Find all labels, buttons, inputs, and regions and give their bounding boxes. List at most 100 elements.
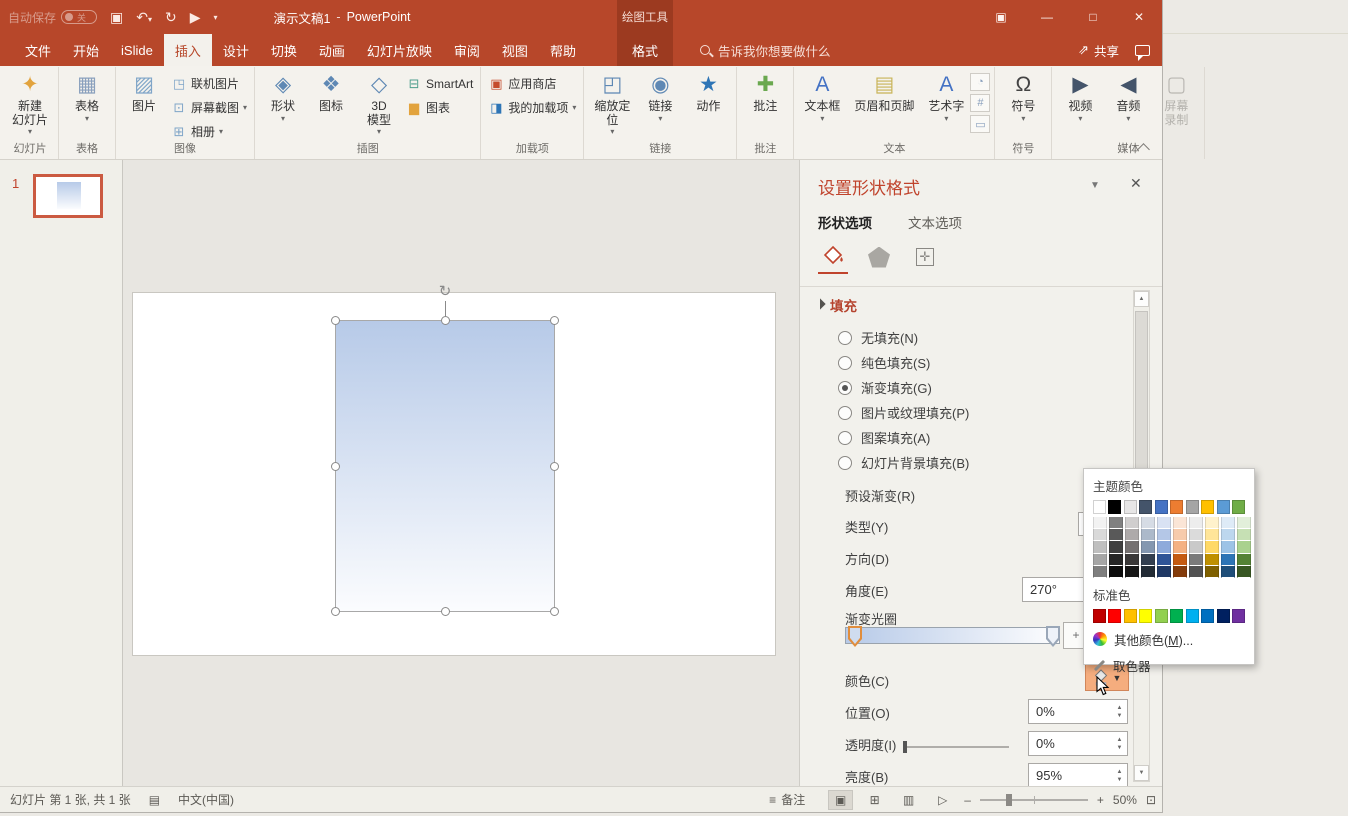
theme-variant-swatch[interactable] [1237, 554, 1251, 566]
customize-qat-icon[interactable]: ▾ [214, 13, 218, 22]
autosave-switch-icon[interactable]: 关 [61, 10, 97, 24]
transparency-slider-thumb[interactable] [903, 741, 907, 753]
resize-handle-nw[interactable] [331, 316, 340, 325]
theme-variant-swatch[interactable] [1125, 554, 1139, 566]
standard-color-swatch[interactable] [1201, 609, 1214, 623]
theme-variant-swatch[interactable] [1125, 566, 1139, 578]
theme-color-swatch[interactable] [1139, 500, 1152, 514]
ribbon-button-slide-number[interactable]: # [970, 94, 990, 112]
standard-color-swatch[interactable] [1124, 609, 1137, 623]
dropdown-caret-icon[interactable]: ▾ [219, 127, 223, 136]
ribbon-button-联机图片[interactable]: ◳联机图片 [168, 73, 250, 94]
theme-color-swatch[interactable] [1124, 500, 1137, 514]
theme-variant-swatch[interactable] [1125, 529, 1139, 541]
theme-variant-swatch[interactable] [1109, 529, 1123, 541]
fill-option-渐变填充(G)[interactable]: 渐变填充(G) [838, 378, 932, 397]
theme-variant-swatch[interactable] [1141, 541, 1155, 553]
theme-variant-swatch[interactable] [1237, 529, 1251, 541]
theme-color-swatch[interactable] [1108, 500, 1121, 514]
theme-color-swatch[interactable] [1232, 500, 1245, 514]
tab-设计[interactable]: 设计 [212, 34, 260, 66]
scroll-down-icon[interactable]: ▼ [1134, 765, 1149, 781]
undo-caret-icon[interactable]: ▾ [148, 15, 152, 24]
dropdown-caret-icon[interactable]: ▾ [610, 128, 614, 136]
theme-variant-swatch[interactable] [1173, 541, 1187, 553]
radio-icon[interactable] [838, 456, 852, 470]
theme-variant-swatch[interactable] [1221, 566, 1235, 578]
ribbon-button-动作[interactable]: ★动作 [684, 69, 732, 142]
dropdown-caret-icon[interactable]: ▾ [377, 128, 381, 136]
ribbon-button-视频[interactable]: ▶视频▾ [1056, 69, 1104, 142]
ribbon-button-object[interactable]: ▭ [970, 115, 990, 133]
theme-variant-swatch[interactable] [1157, 529, 1171, 541]
dropdown-caret-icon[interactable]: ▾ [281, 115, 285, 123]
theme-variant-swatch[interactable] [1173, 566, 1187, 578]
ribbon-button-新建幻灯片[interactable]: ✦新建 幻灯片▾ [6, 69, 54, 142]
zoom-level[interactable]: 50% [1113, 793, 1137, 807]
dropdown-caret-icon[interactable]: ▾ [85, 115, 89, 123]
zoom-out-icon[interactable]: – [964, 793, 971, 807]
redo-icon[interactable]: ↻ [165, 10, 177, 24]
theme-variant-swatch[interactable] [1157, 566, 1171, 578]
view-slideshow-icon[interactable]: ▷ [930, 790, 955, 810]
ribbon-button-音频[interactable]: ◀音频▾ [1104, 69, 1152, 142]
share-button[interactable]: ⇗ 共享 [1078, 41, 1119, 60]
theme-variant-swatch[interactable] [1221, 541, 1235, 553]
brightness-spinner[interactable]: 95% ▲▼ [1028, 763, 1128, 786]
resize-handle-n[interactable] [441, 316, 450, 325]
spinner-arrows-icon[interactable]: ▲▼ [1112, 764, 1127, 786]
theme-variant-swatch[interactable] [1109, 541, 1123, 553]
theme-variant-swatch[interactable] [1157, 517, 1171, 529]
language-status[interactable]: 中文(中国) [178, 791, 234, 808]
radio-icon[interactable] [838, 331, 852, 345]
ribbon-button-页眉和页脚[interactable]: ▤页眉和页脚 [846, 69, 922, 142]
theme-variant-swatch[interactable] [1157, 541, 1171, 553]
theme-variant-swatch[interactable] [1157, 554, 1171, 566]
dropdown-caret-icon[interactable]: ▾ [243, 103, 247, 112]
resize-handle-ne[interactable] [550, 316, 559, 325]
ribbon-button-缩放定位[interactable]: ◰缩放定 位▾ [588, 69, 636, 142]
theme-color-swatch[interactable] [1170, 500, 1183, 514]
theme-variant-swatch[interactable] [1093, 541, 1107, 553]
ribbon-button-相册[interactable]: ⊞相册▾ [168, 121, 250, 142]
radio-icon[interactable] [838, 356, 852, 370]
theme-color-swatch[interactable] [1201, 500, 1214, 514]
pane-tab-shape-options[interactable]: 形状选项 [818, 212, 872, 232]
theme-variant-swatch[interactable] [1189, 541, 1203, 553]
resize-handle-e[interactable] [550, 462, 559, 471]
theme-variant-swatch[interactable] [1173, 529, 1187, 541]
tab-切换[interactable]: 切换 [260, 34, 308, 66]
theme-variant-swatch[interactable] [1109, 517, 1123, 529]
zoom-in-icon[interactable]: + [1097, 793, 1104, 807]
spinner-arrows-icon[interactable]: ▲▼ [1112, 700, 1127, 723]
spinner-arrows-icon[interactable]: ▲▼ [1112, 732, 1127, 755]
theme-variant-swatch[interactable] [1221, 529, 1235, 541]
ribbon-button-图表[interactable]: ▆图表 [403, 97, 476, 118]
ribbon-button-批注[interactable]: ✚批注 [741, 69, 789, 142]
theme-variant-swatch[interactable] [1173, 517, 1187, 529]
theme-variant-swatch[interactable] [1205, 566, 1219, 578]
ribbon-button-应用商店[interactable]: ▣应用商店 [485, 73, 579, 94]
dropdown-caret-icon[interactable]: ▾ [572, 103, 576, 112]
dropdown-caret-icon[interactable]: ▾ [1078, 115, 1082, 123]
zoom-slider-thumb[interactable] [1006, 794, 1012, 806]
eyedropper-item[interactable]: 取色器 [1093, 656, 1245, 675]
ribbon-button-图片[interactable]: ▨图片 [120, 69, 168, 142]
tab-format[interactable]: 格式 [617, 34, 673, 66]
theme-variant-swatch[interactable] [1189, 517, 1203, 529]
theme-variant-swatch[interactable] [1141, 529, 1155, 541]
theme-variant-swatch[interactable] [1109, 554, 1123, 566]
gradient-stop-1[interactable] [848, 626, 862, 647]
resize-handle-w[interactable] [331, 462, 340, 471]
theme-variant-swatch[interactable] [1093, 554, 1107, 566]
zoom-slider[interactable] [980, 799, 1088, 801]
fill-option-图片或纹理填充(P)[interactable]: 图片或纹理填充(P) [838, 403, 969, 422]
dropdown-caret-icon[interactable]: ▾ [28, 128, 32, 136]
resize-handle-sw[interactable] [331, 607, 340, 616]
dropdown-caret-icon[interactable]: ▾ [1126, 115, 1130, 123]
ribbon-button-date-time[interactable]: ◔ [970, 73, 990, 91]
more-colors-item[interactable]: 其他颜色(M)... [1093, 630, 1245, 649]
save-icon[interactable]: ▣ [110, 10, 123, 24]
tab-文件[interactable]: 文件 [14, 34, 62, 66]
pane-tab-text-options[interactable]: 文本选项 [908, 212, 962, 232]
